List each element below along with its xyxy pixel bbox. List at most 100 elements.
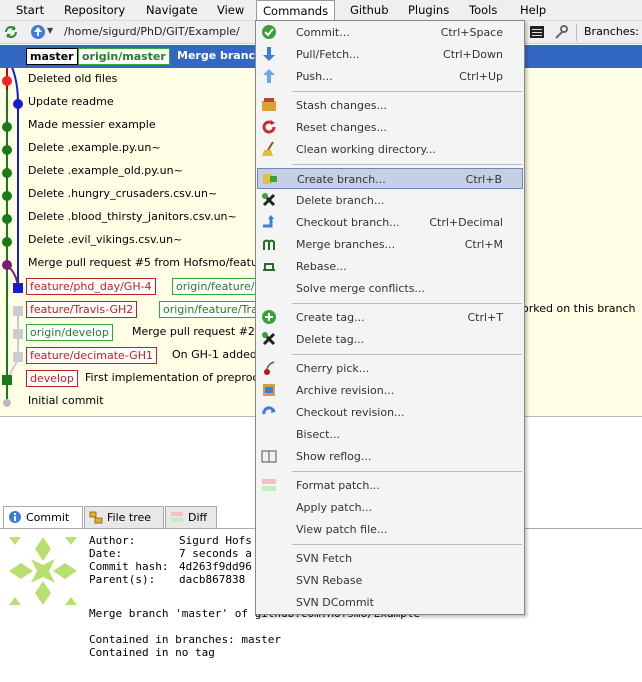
cherry-icon (264, 361, 275, 375)
menu-repository[interactable]: Repository (58, 0, 131, 21)
repository-path[interactable]: /home/sigurd/PhD/GIT/Example/ (56, 22, 256, 42)
menu-item-clean-working-directory[interactable]: Clean working directory... (257, 139, 523, 160)
menu-item-label: SVN Fetch (296, 552, 353, 565)
menu-item-svn-dcommit[interactable]: SVN DCommit (257, 592, 523, 613)
commit-message-cell: Deleted old files (28, 72, 118, 85)
branch-label[interactable]: develop (26, 370, 78, 387)
commit-message-cell: Made messier example (28, 118, 156, 131)
menu-item-svn-fetch[interactable]: SVN Fetch (257, 548, 523, 569)
menu-item-label: Push... (296, 70, 333, 83)
menu-item-apply-patch[interactable]: Apply patch... (257, 497, 523, 518)
menu-item-label: Apply patch... (296, 501, 373, 514)
chevron-down-icon[interactable]: ▼ (47, 26, 53, 35)
parents-value[interactable]: dacb867838 (179, 573, 245, 586)
menu-view[interactable]: View (211, 0, 250, 21)
settings-icon[interactable] (553, 24, 569, 40)
menu-item-delete-tag[interactable]: Delete tag... (257, 329, 523, 350)
menu-item-checkout-branch[interactable]: Checkout branch... Ctrl+Decimal (257, 212, 523, 233)
menu-item-view-patch-file[interactable]: View patch file... (257, 519, 523, 540)
avatar-icon (9, 537, 77, 605)
branch-label[interactable]: master (26, 48, 78, 65)
pull-icon (263, 47, 275, 61)
hash-value[interactable]: 4d263f9dd96 (179, 560, 252, 573)
toolbar-divider (576, 24, 577, 41)
menu-item-label: View patch file... (296, 523, 388, 536)
console-icon[interactable] (529, 24, 545, 40)
branch-label[interactable]: origin/develop (26, 324, 113, 341)
menu-github[interactable]: Github (344, 0, 395, 21)
menu-item-label: Archive revision... (296, 384, 395, 397)
branch-label[interactable]: feature/Travis-GH2 (26, 301, 138, 318)
menu-item-archive-revision[interactable]: Archive revision... (257, 380, 523, 401)
info-icon (9, 511, 21, 523)
branch-label[interactable]: origin/master (78, 48, 170, 65)
menu-item-reset-changes[interactable]: Reset changes... (257, 117, 523, 138)
tab-file-tree[interactable]: File tree (84, 506, 164, 528)
rebase-icon (263, 263, 275, 271)
menu-item-label: Reset changes... (296, 121, 387, 134)
menu-item-label: Clean working directory... (296, 143, 436, 156)
create-branch-icon (263, 174, 277, 184)
commit-icon (262, 25, 276, 39)
menu-item-cherry-pick[interactable]: Cherry pick... (257, 358, 523, 379)
branch-label[interactable]: feature/phd_day/GH-4 (26, 278, 156, 295)
tab-diff-label: Diff (188, 511, 208, 524)
file-tree-icon (89, 511, 103, 524)
menu-item-label: SVN DCommit (296, 596, 374, 609)
refresh-icon[interactable] (3, 24, 19, 40)
branch-label[interactable]: feature/decimate-GH1 (26, 347, 157, 364)
commands-menu: Commit... Ctrl+Space Pull/Fetch... Ctrl+Dow… (255, 20, 525, 615)
menu-item-label: Solve merge conflicts... (296, 282, 425, 295)
menu-navigate[interactable]: Navigate (140, 0, 204, 21)
navigate-up-icon[interactable] (30, 24, 46, 40)
menu-item-pull-fetch[interactable]: Pull/Fetch... Ctrl+Down (257, 44, 523, 65)
menu-item-create-tag[interactable]: Create tag... Ctrl+T (257, 307, 523, 328)
menu-item-create-branch[interactable]: Create branch... Ctrl+B (257, 168, 523, 189)
book-icon (261, 450, 277, 463)
author-label: Author: (89, 534, 136, 547)
tab-diff[interactable]: Diff (165, 506, 217, 528)
menu-item-label: Rebase... (296, 260, 347, 273)
menu-start[interactable]: Start (10, 0, 50, 21)
menu-item-label: Bisect... (296, 428, 340, 441)
checkout-revision-icon (262, 406, 276, 415)
menu-item-label: Delete tag... (296, 333, 365, 346)
menu-commands[interactable]: Commands (256, 0, 336, 22)
menu-item-label: Checkout revision... (296, 406, 405, 419)
menu-item-label: Show reflog... (296, 450, 372, 463)
commit-message-cell: orked on this branch (522, 302, 636, 315)
menu-item-shortcut: Ctrl+Space (440, 26, 503, 39)
commit-message-cell: Initial commit (28, 394, 104, 407)
menu-item-merge-branches[interactable]: Merge branches... Ctrl+M (257, 234, 523, 255)
menu-item-rebase[interactable]: Rebase... (257, 256, 523, 277)
stash-icon (262, 98, 276, 111)
archive-icon (263, 384, 275, 396)
menu-item-push[interactable]: Push... Ctrl+Up (257, 66, 523, 87)
menu-item-label: SVN Rebase (296, 574, 363, 587)
menu-plugins[interactable]: Plugins (402, 0, 455, 21)
tab-commit[interactable]: Commit (3, 506, 83, 529)
menu-help[interactable]: Help (514, 0, 552, 21)
menu-tools[interactable]: Tools (463, 0, 503, 21)
commit-message-cell: Update readme (28, 95, 114, 108)
menu-item-svn-rebase[interactable]: SVN Rebase (257, 570, 523, 591)
menu-item-stash-changes[interactable]: Stash changes... (257, 95, 523, 116)
menu-item-format-patch[interactable]: Format patch... (257, 475, 523, 496)
tab-file-tree-label: File tree (107, 511, 152, 524)
hash-label: Commit hash: (89, 560, 169, 573)
menu-item-shortcut: Ctrl+M (464, 238, 503, 251)
menu-item-solve-merge-conflicts[interactable]: Solve merge conflicts... (257, 278, 523, 299)
author-value: Sigurd Hofs (179, 534, 252, 547)
menu-item-bisect[interactable]: Bisect... (257, 424, 523, 445)
branches-label: Branches: (584, 25, 640, 38)
menu-item-checkout-revision[interactable]: Checkout revision... (257, 402, 523, 423)
menu-item-label: Checkout branch... (296, 216, 400, 229)
delete-tag-icon (262, 332, 276, 346)
menu-item-delete-branch[interactable]: Delete branch... (257, 190, 523, 211)
merge-icon (263, 239, 275, 250)
menu-item-show-reflog[interactable]: Show reflog... (257, 446, 523, 467)
delete-branch-icon (262, 193, 276, 207)
diff-icon (171, 512, 183, 522)
menu-item-commit[interactable]: Commit... Ctrl+Space (257, 22, 523, 43)
commit-message-cell: Delete .example.py.un~ (28, 141, 161, 154)
